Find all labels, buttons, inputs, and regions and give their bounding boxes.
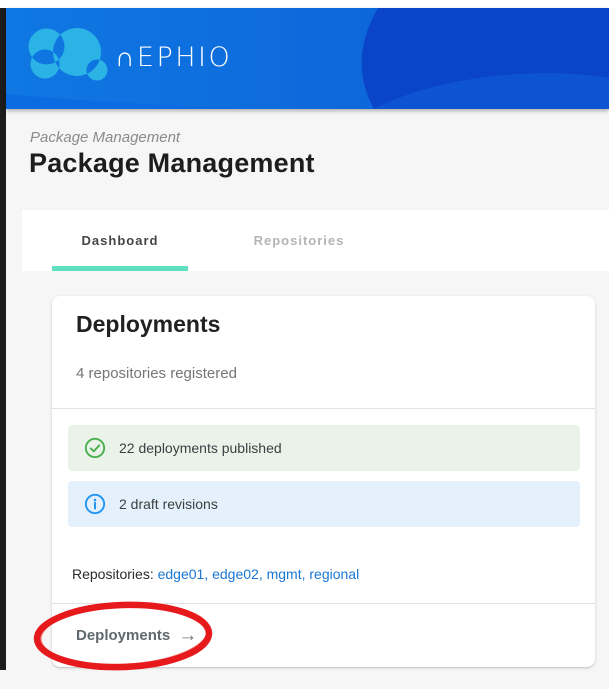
active-tab-indicator (52, 266, 188, 271)
tab-bar: Dashboard Repositories (22, 210, 609, 271)
repo-link-regional[interactable]: regional (309, 566, 359, 582)
breadcrumb[interactable]: Package Management (30, 129, 180, 146)
check-circle-icon (84, 437, 106, 459)
tab-dashboard-label: Dashboard (82, 233, 159, 248)
tab-dashboard[interactable]: Dashboard (52, 210, 188, 271)
tab-repositories[interactable]: Repositories (224, 210, 374, 271)
page-title: Package Management (29, 148, 315, 179)
arrow-right-icon: → (178, 626, 197, 645)
repositories-label: Repositories: (72, 566, 154, 582)
repo-separator: , (204, 566, 212, 582)
published-deployments-alert: 22 deployments published (68, 425, 580, 471)
repositories-row: Repositories: edge01, edge02, mgmt, regi… (72, 566, 580, 582)
nephio-bubbles-icon (6, 8, 609, 109)
card-subtitle: 4 repositories registered (76, 365, 571, 382)
deployments-deep-link[interactable]: Deployments → (76, 626, 197, 645)
deployments-deep-link-label: Deployments (76, 627, 170, 644)
top-margin (0, 0, 609, 8)
repo-link-mgmt[interactable]: mgmt (267, 566, 302, 582)
tab-repositories-label: Repositories (254, 233, 345, 248)
card-body: 22 deployments published 2 draft revisio… (52, 409, 595, 582)
draft-revisions-alert: 2 draft revisions (68, 481, 580, 527)
logo-wordmark: ∩EPHIO (115, 44, 232, 71)
nephio-app-window: ∩EPHIO Package Management Package Manage… (0, 0, 609, 689)
info-icon (84, 493, 106, 515)
repo-separator: , (259, 566, 267, 582)
app-header-banner: ∩EPHIO (6, 8, 609, 109)
repo-link-edge02[interactable]: edge02 (212, 566, 259, 582)
card-title: Deployments (76, 311, 571, 338)
deployments-card: Deployments 4 repositories registered 22… (52, 296, 595, 667)
nephio-logo[interactable]: ∩EPHIO (6, 8, 609, 109)
repo-link-edge01[interactable]: edge01 (158, 566, 205, 582)
published-deployments-text: 22 deployments published (119, 440, 282, 456)
draft-revisions-text: 2 draft revisions (119, 496, 218, 512)
card-footer: Deployments → (52, 604, 595, 666)
card-header: Deployments 4 repositories registered (52, 296, 595, 408)
